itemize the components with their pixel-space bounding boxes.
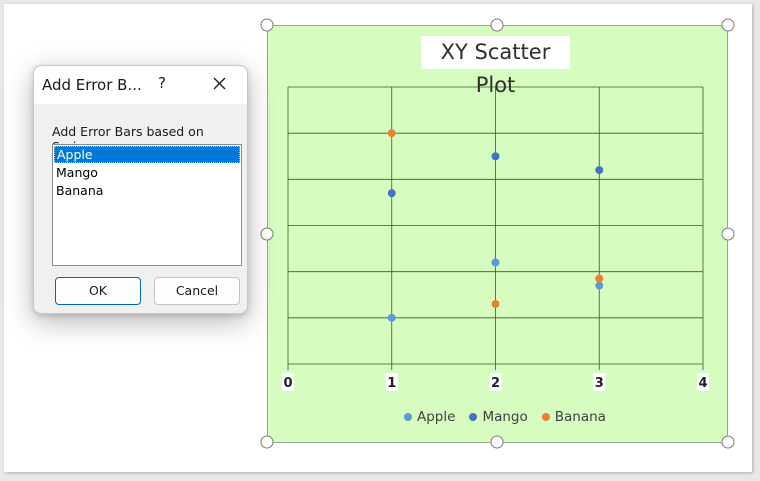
resize-handle-bottom-left[interactable] (260, 435, 274, 449)
help-button[interactable]: ? (154, 74, 170, 94)
series-listbox[interactable]: Apple Mango Banana (52, 144, 242, 266)
x-tick-label: 2 (491, 376, 500, 391)
add-error-bars-dialog: Add Error B... ? Add Error Bars based on… (33, 65, 248, 314)
cancel-button[interactable]: Cancel (154, 277, 240, 305)
data-point-mango[interactable] (595, 166, 604, 175)
legend-label-banana: Banana (554, 409, 606, 425)
data-point-banana[interactable] (491, 299, 500, 308)
series-option-banana[interactable]: Banana (54, 182, 240, 199)
resize-handle-top-right[interactable] (721, 18, 735, 32)
legend-marker-apple (404, 413, 412, 421)
resize-handle-top-left[interactable] (260, 18, 274, 32)
data-point-banana[interactable] (387, 129, 396, 138)
ok-button[interactable]: OK (55, 277, 141, 305)
legend-label-mango: Mango (482, 409, 528, 425)
dialog-titlebar[interactable]: Add Error B... ? (34, 66, 247, 104)
dialog-title: Add Error B... (42, 76, 142, 94)
legend-marker-banana (541, 413, 550, 421)
data-point-apple[interactable] (387, 313, 396, 322)
legend-item-apple: Apple (404, 409, 455, 425)
chart-legend[interactable]: Apple Mango Banana (404, 408, 606, 426)
data-point-mango[interactable] (491, 152, 500, 161)
close-button[interactable] (206, 71, 232, 97)
series-option-mango[interactable]: Mango (54, 164, 240, 181)
x-tick-label: 1 (387, 376, 396, 391)
legend-item-banana: Banana (541, 409, 606, 425)
close-icon (213, 77, 226, 90)
legend-item-mango: Mango (469, 409, 528, 425)
resize-handle-right[interactable] (721, 227, 735, 241)
x-tick-label: 4 (698, 376, 707, 391)
series-option-apple[interactable]: Apple (54, 146, 240, 163)
legend-marker-mango (469, 413, 478, 421)
data-point-banana[interactable] (595, 274, 604, 283)
x-tick-label: 0 (283, 376, 292, 391)
resize-handle-top[interactable] (490, 18, 504, 32)
data-point-apple[interactable] (595, 281, 604, 290)
legend-label-apple: Apple (417, 409, 456, 425)
data-point-apple[interactable] (491, 258, 500, 267)
x-tick-label: 3 (595, 376, 604, 391)
chart-title[interactable]: XY Scatter Plot (421, 36, 570, 97)
gridlines (287, 86, 704, 370)
data-point-mango[interactable] (387, 189, 396, 198)
resize-handle-left[interactable] (260, 227, 274, 241)
resize-handle-bottom[interactable] (490, 435, 504, 449)
resize-handle-bottom-right[interactable] (721, 435, 735, 449)
x-tick-labels: 0 1 2 3 4 (282, 373, 709, 391)
